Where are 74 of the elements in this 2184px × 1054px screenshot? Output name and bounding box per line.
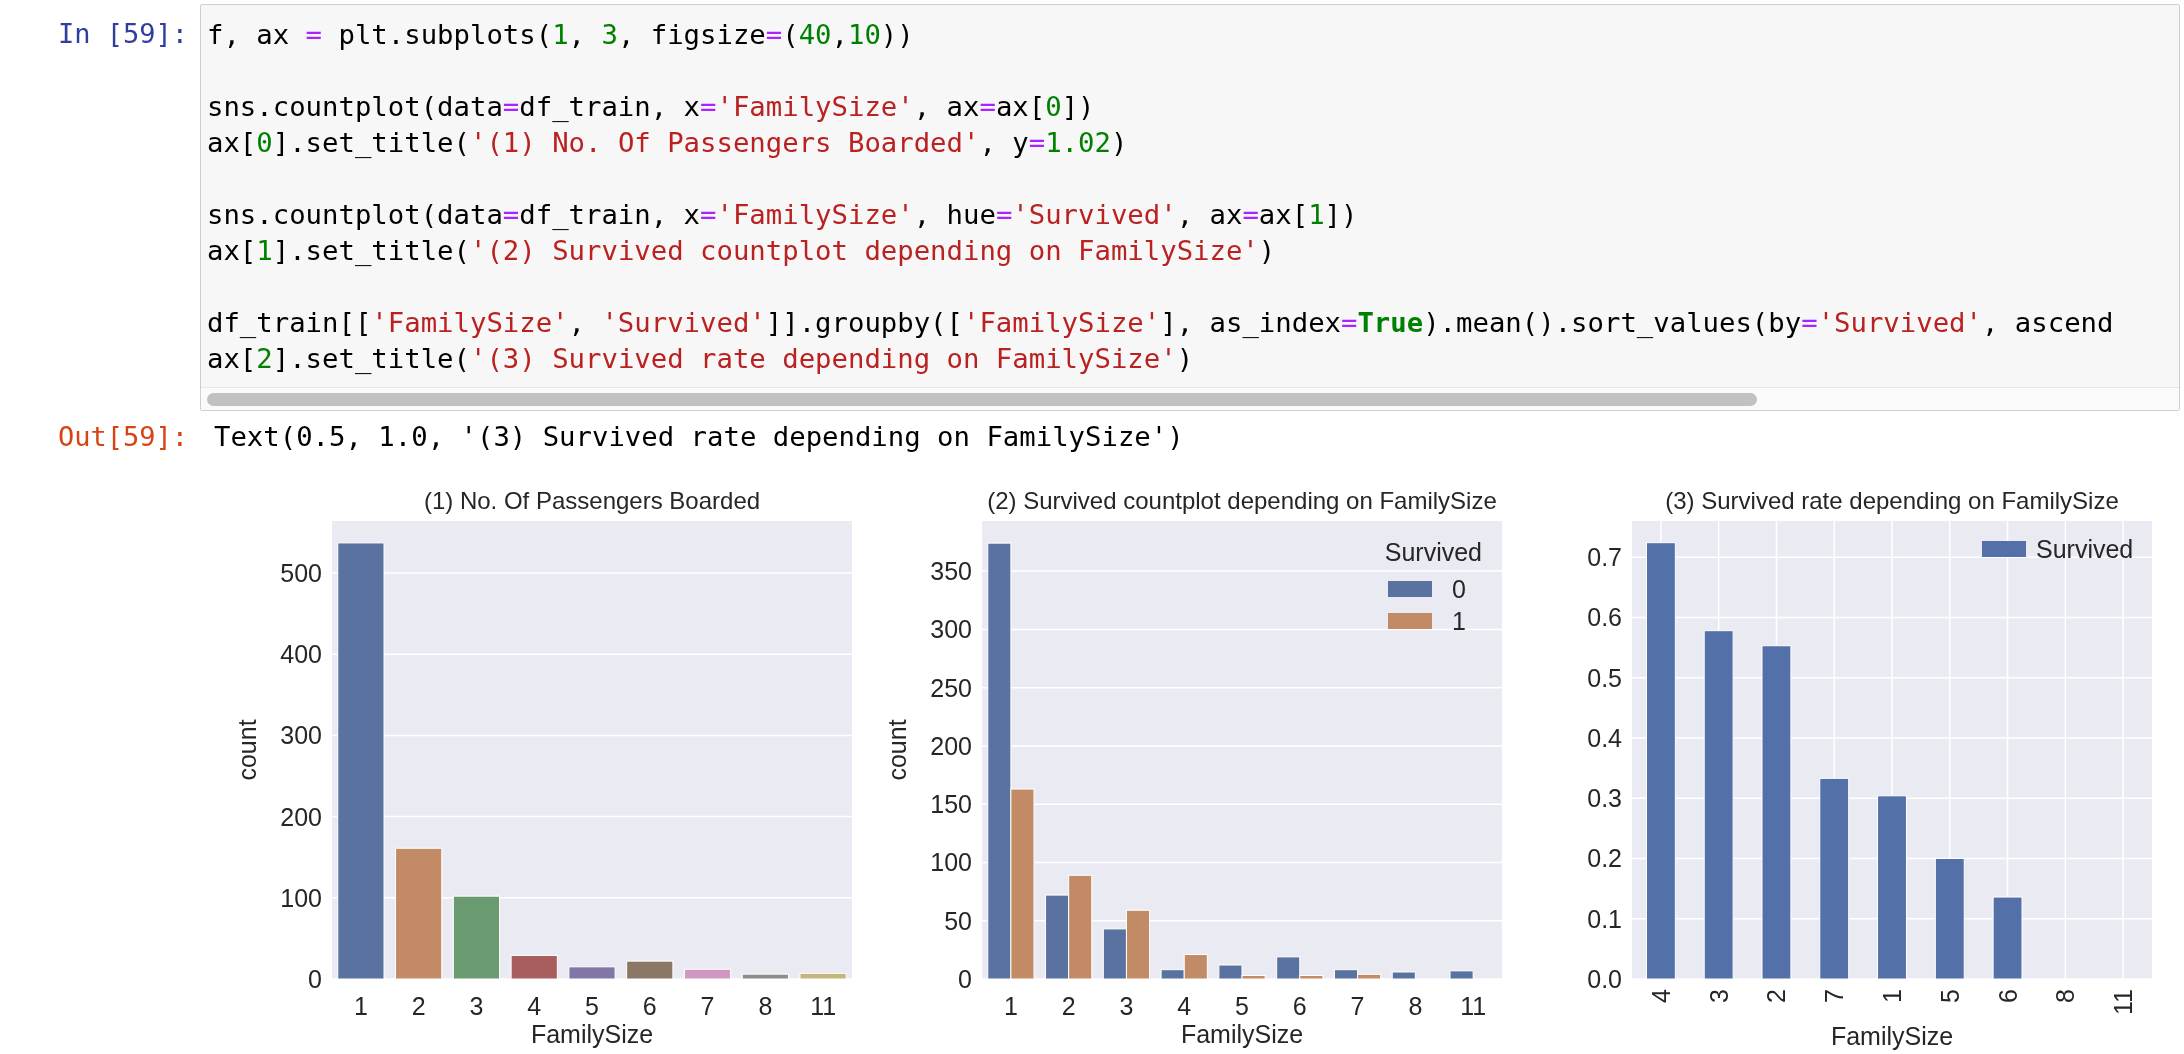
tick-label: 8 [1408, 992, 1423, 1020]
tick-label: 3 [1119, 992, 1134, 1020]
tick-label: 5 [1235, 992, 1249, 1020]
tick-label: 7 [700, 992, 715, 1020]
tick-label: 4 [1177, 992, 1192, 1020]
tick-label: 250 [930, 673, 972, 702]
tick-label: 0 [308, 965, 322, 993]
tick-label: 0.5 [1587, 663, 1622, 692]
tick-label: 6 [1292, 992, 1307, 1020]
output-prompt: Out[59]: [57, 421, 188, 452]
tick-label: 500 [280, 558, 322, 587]
code-line: sns.countplot(data=df_train, x='FamilySize', hue='Survived', ax=ax[1]) [207, 198, 1359, 232]
tick-label: 0 [958, 965, 972, 993]
tick-label: 0.4 [1587, 723, 1622, 752]
code-line: df_train[['FamilySize', 'Survived']].groupby(['FamilySize'], as_index=True).mean().sort_values(by='Survived', ascend [207, 306, 2115, 340]
code-line: f, ax = plt.subplots(1, 3, figsize=(40,10)) [207, 18, 915, 52]
tick-label: 1 [353, 992, 368, 1020]
output-text: Text(0.5, 1.0, '(3) Survived rate depending on FamilySize') [213, 420, 1184, 454]
tick-label: 4 [527, 992, 542, 1020]
code-line: ax[1].set_title('(2) Survived countplot depending on FamilySize') [207, 234, 1277, 268]
tick-label: 3 [469, 992, 484, 1020]
legend-label: 0 [1452, 575, 1466, 603]
chart-title: (2) Survived countplot depending on FamilySize [987, 487, 1497, 514]
code-line: ax[0].set_title('(1) No. Of Passengers Boarded', y=1.02) [207, 126, 1129, 160]
chart-title: (1) No. Of Passengers Boarded [423, 487, 761, 514]
code-line: sns.countplot(data=df_train, x='FamilySize', ax=ax[0]) [207, 90, 1096, 124]
scrollbar-track[interactable] [201, 387, 2179, 410]
tick-label: 3 [1704, 989, 1733, 1003]
chart-title: (3) Survived rate depending on FamilySize [1665, 487, 2119, 514]
legend-label: Survived [2036, 535, 2134, 563]
tick-label: 350 [930, 557, 972, 586]
tick-label: 7 [1820, 989, 1849, 1003]
tick-label: 400 [280, 640, 322, 669]
code-editor[interactable] [200, 4, 2180, 411]
axis-label: count [233, 719, 261, 781]
tick-label: 0.0 [1587, 965, 1622, 993]
tick-label: 5 [1935, 989, 1964, 1003]
tick-label: 300 [930, 615, 972, 644]
tick-label: 2 [1061, 992, 1076, 1020]
tick-label: 1 [1003, 992, 1018, 1020]
tick-label: 0.3 [1587, 784, 1622, 813]
tick-label: 50 [944, 906, 972, 935]
tick-label: 300 [280, 721, 322, 750]
tick-label: 7 [1350, 992, 1365, 1020]
legend-label: 1 [1452, 607, 1466, 635]
scrollbar-thumb[interactable] [207, 392, 1757, 406]
tick-label: 4 [1646, 989, 1675, 1003]
tick-label: 0.2 [1587, 844, 1622, 873]
input-prompt: In [59]: [57, 18, 188, 49]
legend-title: Survived [1384, 538, 1482, 566]
axis-label: count [883, 719, 911, 781]
axis-label: FamilySize [1830, 1022, 1954, 1050]
tick-label: 6 [642, 992, 657, 1020]
tick-label: 8 [2051, 989, 2080, 1003]
tick-label: 0.1 [1587, 904, 1622, 933]
axis-label: FamilySize [530, 1020, 654, 1048]
tick-label: 8 [758, 992, 773, 1020]
tick-label: 11 [2109, 989, 2138, 1015]
tick-label: 200 [280, 802, 322, 831]
tick-label: 2 [411, 992, 426, 1020]
tick-label: 11 [1460, 992, 1487, 1020]
tick-label: 150 [930, 790, 972, 819]
tick-label: 100 [280, 883, 322, 912]
axis-label: FamilySize [1180, 1020, 1304, 1048]
tick-label: 5 [585, 992, 599, 1020]
tick-label: 0.7 [1587, 543, 1622, 572]
tick-label: 6 [1993, 989, 2022, 1003]
tick-label: 2 [1762, 989, 1791, 1003]
tick-label: 100 [930, 848, 972, 877]
tick-label: 1 [1878, 989, 1906, 1003]
tick-label: 11 [810, 992, 837, 1020]
tick-label: 0.6 [1587, 603, 1622, 632]
tick-label: 200 [930, 731, 972, 760]
code-line: ax[2].set_title('(3) Survived rate depending on FamilySize') [207, 342, 1195, 376]
